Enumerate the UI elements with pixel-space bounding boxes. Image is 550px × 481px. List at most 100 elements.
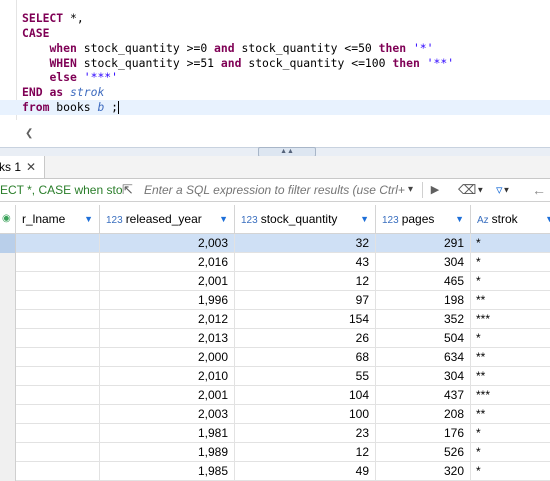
sort-icon[interactable]: ▼ <box>455 205 464 233</box>
sort-icon[interactable]: ▼ <box>219 205 228 233</box>
cell-strok[interactable]: ** <box>471 405 550 424</box>
table-row[interactable]: 1,989 12 526 * <box>0 443 550 462</box>
cell-stock-quantity[interactable]: 68 <box>235 348 376 367</box>
cell-released-year[interactable]: 2,010 <box>100 367 235 386</box>
cell-pages[interactable]: 465 <box>376 272 471 291</box>
sql-line-3[interactable]: when stock_quantity >=0 and stock_quanti… <box>22 41 433 56</box>
expand-icon[interactable]: ⇱ <box>122 182 138 198</box>
row-header[interactable] <box>0 386 16 405</box>
cell-strok[interactable]: * <box>471 272 550 291</box>
table-row[interactable]: 2,016 43 304 * <box>0 253 550 272</box>
cell-author-lname[interactable] <box>16 310 100 329</box>
cell-strok[interactable]: * <box>471 329 550 348</box>
cell-pages[interactable]: 198 <box>376 291 471 310</box>
cell-pages[interactable]: 437 <box>376 386 471 405</box>
filter-icon[interactable]: ▿▼ <box>496 182 520 198</box>
cell-pages[interactable]: 304 <box>376 253 471 272</box>
table-row[interactable]: 2,000 68 634 ** <box>0 348 550 367</box>
sort-icon[interactable]: ▼ <box>545 205 550 233</box>
column-header-stock-quantity[interactable]: 123 stock_quantity ▼ <box>235 205 376 233</box>
cell-author-lname[interactable] <box>16 291 100 310</box>
table-row[interactable]: 1,981 23 176 * <box>0 424 550 443</box>
back-arrow-icon[interactable]: ← <box>532 182 550 198</box>
cell-released-year[interactable]: 2,003 <box>100 405 235 424</box>
row-header[interactable] <box>0 462 16 481</box>
cell-released-year[interactable]: 2,001 <box>100 272 235 291</box>
cell-author-lname[interactable] <box>16 443 100 462</box>
sql-line-6[interactable]: END as strok <box>22 85 104 100</box>
cell-stock-quantity[interactable]: 32 <box>235 234 376 253</box>
cell-author-lname[interactable] <box>16 329 100 348</box>
cell-strok[interactable]: * <box>471 253 550 272</box>
table-row[interactable]: 2,003 32 291 * <box>0 234 550 253</box>
eraser-icon[interactable]: ⌫▼ <box>458 182 488 198</box>
history-dropdown-icon[interactable]: ▾ <box>408 182 418 198</box>
cell-strok[interactable]: * <box>471 424 550 443</box>
cell-stock-quantity[interactable]: 100 <box>235 405 376 424</box>
cell-stock-quantity[interactable]: 43 <box>235 253 376 272</box>
editor-horizontal-scrollbar[interactable]: ❮ <box>0 128 550 144</box>
cell-author-lname[interactable] <box>16 348 100 367</box>
cell-pages[interactable]: 291 <box>376 234 471 253</box>
select-all-icon[interactable]: ◉ <box>2 205 11 233</box>
filter-input[interactable] <box>144 181 406 199</box>
cell-stock-quantity[interactable]: 55 <box>235 367 376 386</box>
cell-strok[interactable]: *** <box>471 310 550 329</box>
cell-stock-quantity[interactable]: 12 <box>235 443 376 462</box>
cell-author-lname[interactable] <box>16 272 100 291</box>
cell-released-year[interactable]: 1,989 <box>100 443 235 462</box>
row-selector-header[interactable]: ◉ <box>0 205 16 233</box>
cell-released-year[interactable]: 2,016 <box>100 253 235 272</box>
cell-strok[interactable]: ** <box>471 348 550 367</box>
cell-released-year[interactable]: 2,000 <box>100 348 235 367</box>
cell-pages[interactable]: 176 <box>376 424 471 443</box>
table-row[interactable]: 1,996 97 198 ** <box>0 291 550 310</box>
cell-author-lname[interactable] <box>16 405 100 424</box>
cell-pages[interactable]: 526 <box>376 443 471 462</box>
cell-strok[interactable]: *** <box>471 386 550 405</box>
row-header[interactable] <box>0 272 16 291</box>
sort-icon[interactable]: ▼ <box>84 205 93 233</box>
cell-pages[interactable]: 208 <box>376 405 471 424</box>
cell-strok[interactable]: ** <box>471 291 550 310</box>
row-header[interactable] <box>0 424 16 443</box>
cell-released-year[interactable]: 2,003 <box>100 234 235 253</box>
cell-released-year[interactable]: 1,996 <box>100 291 235 310</box>
sql-line-2[interactable]: CASE <box>22 26 49 41</box>
row-header[interactable] <box>0 348 16 367</box>
scroll-left-icon[interactable]: ❮ <box>25 128 33 139</box>
column-header-strok[interactable]: Azstrok ▼ <box>471 205 550 233</box>
cell-author-lname[interactable] <box>16 234 100 253</box>
cell-strok[interactable]: * <box>471 443 550 462</box>
cell-stock-quantity[interactable]: 23 <box>235 424 376 443</box>
cell-stock-quantity[interactable]: 12 <box>235 272 376 291</box>
cell-author-lname[interactable] <box>16 462 100 481</box>
cell-strok[interactable]: * <box>471 234 550 253</box>
cell-stock-quantity[interactable]: 154 <box>235 310 376 329</box>
cell-author-lname[interactable] <box>16 386 100 405</box>
cell-pages[interactable]: 634 <box>376 348 471 367</box>
row-header[interactable] <box>0 234 16 253</box>
cell-pages[interactable]: 304 <box>376 367 471 386</box>
row-header[interactable] <box>0 405 16 424</box>
table-row[interactable]: 2,012 154 352 *** <box>0 310 550 329</box>
sql-line-7[interactable]: from books b ; <box>0 100 550 115</box>
cell-released-year[interactable]: 1,985 <box>100 462 235 481</box>
cell-pages[interactable]: 352 <box>376 310 471 329</box>
table-row[interactable]: 2,001 104 437 *** <box>0 386 550 405</box>
cell-pages[interactable]: 320 <box>376 462 471 481</box>
close-icon[interactable]: ✕ <box>26 156 36 178</box>
cell-strok[interactable]: ** <box>471 367 550 386</box>
cell-released-year[interactable]: 2,001 <box>100 386 235 405</box>
cell-released-year[interactable]: 2,013 <box>100 329 235 348</box>
sql-line-5[interactable]: else '***' <box>22 70 118 85</box>
cell-author-lname[interactable] <box>16 424 100 443</box>
table-row[interactable]: 2,001 12 465 * <box>0 272 550 291</box>
table-row[interactable]: 1,985 49 320 * <box>0 462 550 481</box>
cell-strok[interactable]: * <box>471 462 550 481</box>
cell-pages[interactable]: 504 <box>376 329 471 348</box>
cell-author-lname[interactable] <box>16 253 100 272</box>
sql-line-4[interactable]: WHEN stock_quantity >=51 and stock_quant… <box>22 56 454 71</box>
row-header[interactable] <box>0 443 16 462</box>
column-header-pages[interactable]: 123 pages ▼ <box>376 205 471 233</box>
